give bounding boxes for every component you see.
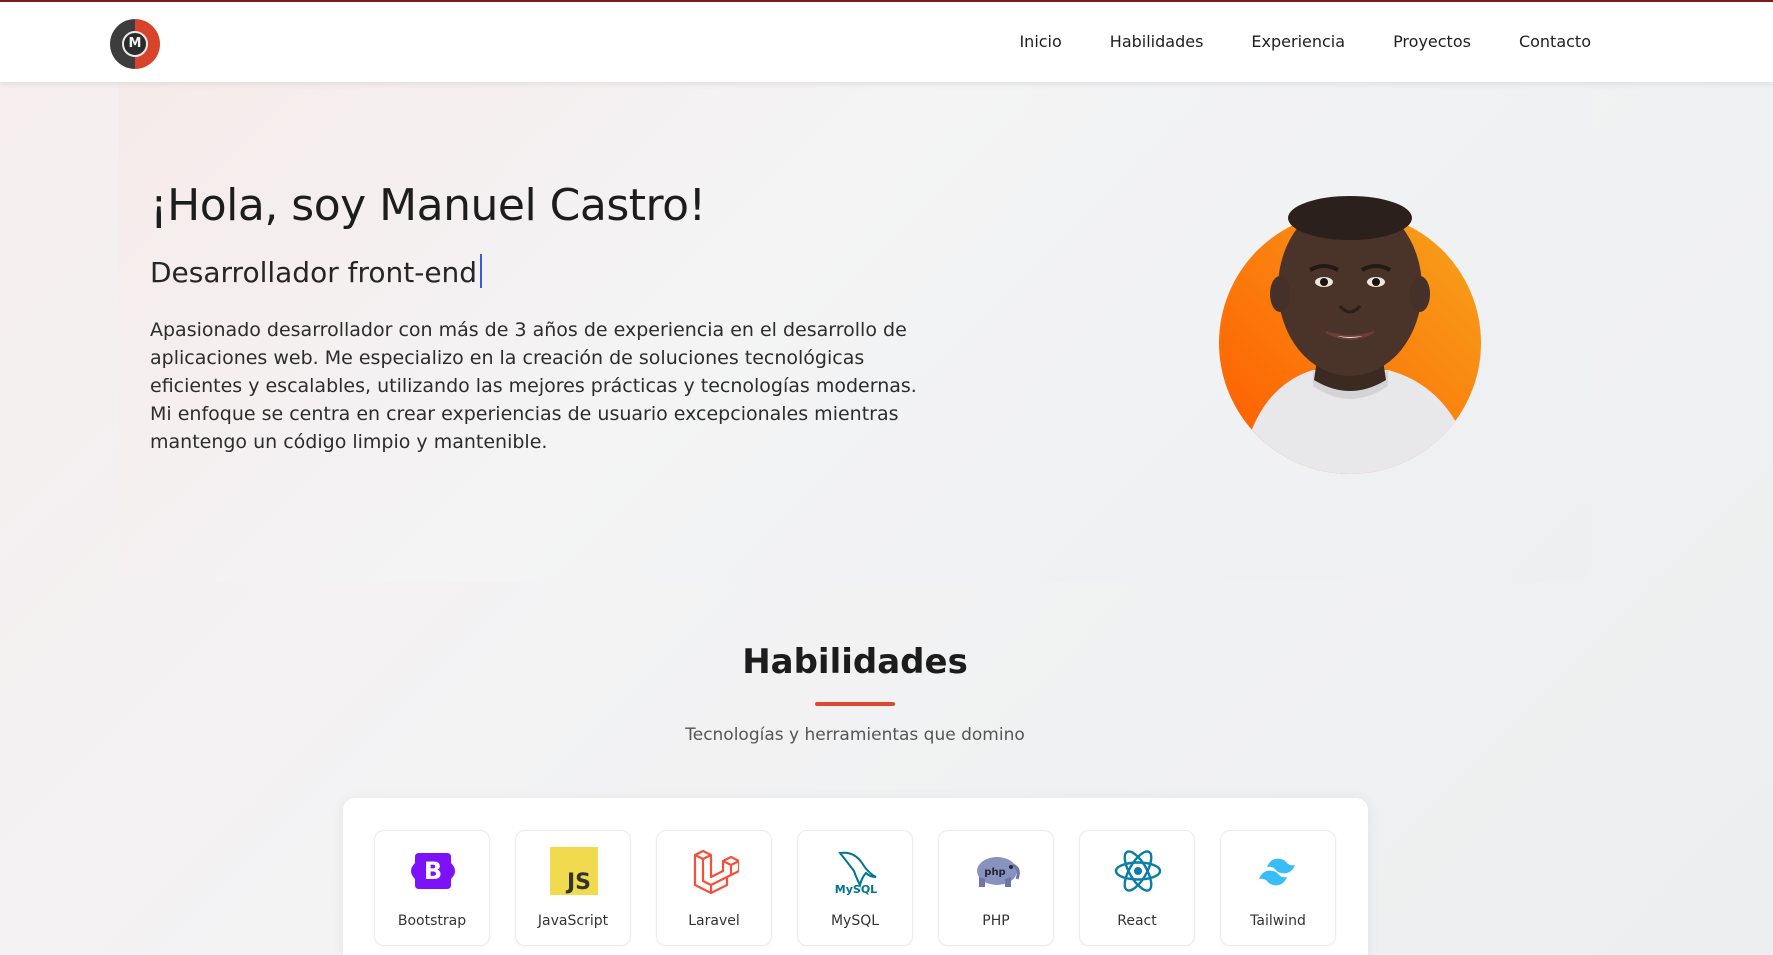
nav-link-inicio[interactable]: Inicio: [1019, 32, 1061, 51]
skill-label-react: React: [1117, 913, 1157, 929]
skill-card-javascript[interactable]: JS JavaScript: [515, 830, 631, 946]
javascript-icon-glyph: JS: [565, 870, 591, 895]
skill-label-javascript: JavaScript: [537, 913, 609, 929]
hero-title: ¡Hola, soy Manuel Castro!: [150, 180, 706, 231]
title-underline: [815, 702, 895, 706]
main-nav: Inicio Habilidades Experiencia Proyectos…: [1019, 32, 1591, 51]
skill-label-laravel: Laravel: [688, 913, 740, 929]
nav-link-proyectos[interactable]: Proyectos: [1393, 32, 1471, 51]
logo-monogram: M: [122, 31, 148, 57]
php-icon-glyph: php: [984, 867, 1005, 878]
skills-section-title: Habilidades: [742, 642, 968, 682]
mysql-icon-glyph: MySQL: [835, 883, 877, 895]
hero-subtitle-wrapper: Desarrollador front-end: [150, 254, 483, 289]
typing-caret: [480, 254, 483, 288]
skill-card-php[interactable]: php PHP: [938, 830, 1054, 946]
skill-label-mysql: MySQL: [830, 913, 880, 929]
bootstrap-icon: B: [409, 847, 457, 895]
nav-link-contacto[interactable]: Contacto: [1519, 32, 1591, 51]
mysql-icon: MySQL: [832, 847, 880, 895]
top-navbar: M Inicio Habilidades Experiencia Proyect…: [0, 0, 1773, 82]
php-icon: php: [973, 847, 1021, 895]
skills-grid: B Bootstrap JS JavaScript Laravel MySQL …: [343, 798, 1368, 955]
skill-label-tailwind: Tailwind: [1250, 913, 1306, 929]
skill-card-react[interactable]: React: [1079, 830, 1195, 946]
skills-section-subtitle: Tecnologías y herramientas que domino: [685, 725, 1025, 745]
hero-description: Apasionado desarrollador con más de 3 añ…: [150, 319, 917, 453]
skill-card-laravel[interactable]: Laravel: [656, 830, 772, 946]
profile-avatar: [1219, 196, 1481, 474]
skill-label-bootstrap: Bootstrap: [397, 913, 467, 929]
nav-link-habilidades[interactable]: Habilidades: [1110, 32, 1204, 51]
skill-card-mysql[interactable]: MySQL MySQL: [797, 830, 913, 946]
react-icon: [1114, 847, 1162, 895]
tailwind-icon: [1255, 847, 1303, 895]
hero-subtitle: Desarrollador front-end: [150, 256, 478, 289]
skill-card-bootstrap[interactable]: B Bootstrap: [374, 830, 490, 946]
skill-card-tailwind[interactable]: Tailwind: [1220, 830, 1336, 946]
skill-label-php: PHP: [982, 913, 1010, 929]
site-logo[interactable]: M: [110, 19, 160, 69]
laravel-icon: [691, 847, 739, 895]
javascript-icon: JS: [550, 847, 598, 895]
nav-link-experiencia[interactable]: Experiencia: [1251, 32, 1345, 51]
bootstrap-icon-glyph: B: [424, 857, 442, 885]
